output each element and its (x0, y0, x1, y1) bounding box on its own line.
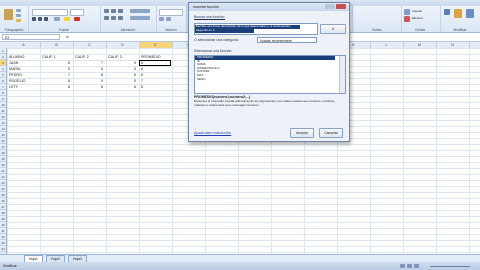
active-cell-outline (139, 60, 171, 66)
help-icon[interactable] (325, 4, 335, 9)
copy-icon[interactable] (16, 14, 21, 17)
zoom-slider[interactable] (430, 265, 470, 267)
normal-view-icon[interactable] (400, 264, 405, 268)
ribbon-group-cells: Insertar Eliminar Celdas (400, 6, 441, 32)
row-header[interactable]: 34 (0, 246, 6, 252)
align-center-icon[interactable] (111, 16, 116, 20)
table-cell[interactable]: 6 (141, 84, 143, 90)
help-link[interactable]: Ayuda sobre esta función (194, 131, 231, 135)
search-input[interactable]: Escriba una breve descripción de lo que … (194, 23, 318, 35)
group-label: Celdas (415, 28, 425, 32)
insert-function-dialog: Insertar función Buscar una función: Esc… (188, 2, 350, 142)
ribbon-group-editing: Modificar (440, 6, 480, 32)
selected-function-highlight (195, 56, 335, 60)
ribbon-group-number: Número (156, 6, 187, 32)
category-label: O seleccionar una categoría: (194, 38, 239, 42)
percent-icon[interactable] (166, 17, 171, 21)
function-list-label: Seleccionar una función: (194, 49, 233, 53)
status-mode: Modificar (3, 264, 17, 268)
autosum-icon[interactable] (444, 9, 450, 15)
list-scrollbar[interactable] (339, 56, 345, 93)
function-description: Devuelve el promedio (media aritmética) … (194, 99, 336, 107)
group-label: Fuente (59, 28, 69, 32)
fill-color-icon[interactable] (64, 17, 70, 21)
cut-icon[interactable] (16, 9, 21, 12)
row-headers: 1 2 3 4 5 6 7 8 9 10 11 12 13 14 15 16 1… (0, 48, 7, 254)
name-box[interactable]: E2 (2, 34, 60, 40)
align-right-icon[interactable] (118, 16, 123, 20)
page-break-icon[interactable] (414, 264, 419, 268)
table-cell[interactable]: 8 (40, 84, 70, 90)
align-middle-icon[interactable] (111, 9, 116, 13)
borders-icon[interactable] (54, 17, 60, 21)
table-cell[interactable]: 6 (106, 84, 136, 90)
italic-icon[interactable] (38, 17, 42, 21)
align-bottom-icon[interactable] (118, 9, 123, 13)
delete-button[interactable]: Eliminar (412, 15, 423, 21)
group-label: Modificar (453, 28, 467, 32)
delete-cells-icon[interactable] (404, 16, 410, 22)
group-label: Portapapeles (4, 28, 24, 32)
search-label: Buscar una función: (194, 15, 225, 19)
font-color-icon[interactable] (74, 17, 80, 21)
merge-center-icon[interactable] (130, 16, 150, 20)
category-select[interactable]: Usadas recientemente (257, 37, 317, 43)
function-wizard-button[interactable]: fx (66, 34, 76, 40)
underline-icon[interactable] (44, 17, 48, 21)
group-label: Alineación (120, 28, 136, 32)
insert-cells-icon[interactable] (404, 9, 410, 15)
insert-button[interactable]: Insertar (412, 8, 422, 14)
ribbon-group-styles: Estilos (352, 6, 402, 32)
font-size-combo[interactable] (70, 9, 84, 16)
page-layout-icon[interactable] (407, 264, 412, 268)
ribbon-group-clipboard: Portapapeles (0, 6, 29, 32)
align-top-icon[interactable] (104, 9, 109, 13)
search-text-line-1: Escriba una breve descripción de lo que … (195, 25, 300, 29)
ribbon-group-font: Fuente (28, 6, 101, 32)
find-select-icon[interactable] (466, 9, 474, 18)
number-format-combo[interactable] (159, 9, 183, 16)
group-label: Estilos (372, 28, 382, 32)
table-cell[interactable]: 6 (73, 84, 103, 90)
font-name-combo[interactable] (32, 9, 68, 16)
sort-filter-icon[interactable] (454, 9, 462, 18)
function-list[interactable]: PROMEDIO SI SUMA HIPERVINCULO CONTAR MAX… (194, 55, 346, 94)
status-bar: Modificar (0, 262, 480, 270)
format-painter-icon[interactable] (16, 19, 21, 22)
paste-icon[interactable] (4, 9, 13, 20)
align-left-icon[interactable] (104, 16, 109, 20)
group-label: Número (165, 28, 177, 32)
wrap-text-icon[interactable] (130, 9, 150, 13)
go-button[interactable]: Ir (320, 24, 346, 34)
bold-icon[interactable] (32, 17, 36, 21)
search-text-line-2: haga clic en Ir (195, 29, 254, 33)
ribbon-group-alignment: Alineación (100, 6, 157, 32)
table-cell[interactable]: LETY (9, 84, 18, 90)
ok-button[interactable]: Aceptar (290, 128, 314, 138)
cancel-button[interactable]: Cancelar (319, 128, 343, 138)
list-item[interactable]: SENO (197, 77, 206, 82)
currency-icon[interactable] (159, 17, 164, 21)
close-icon[interactable] (336, 4, 346, 9)
